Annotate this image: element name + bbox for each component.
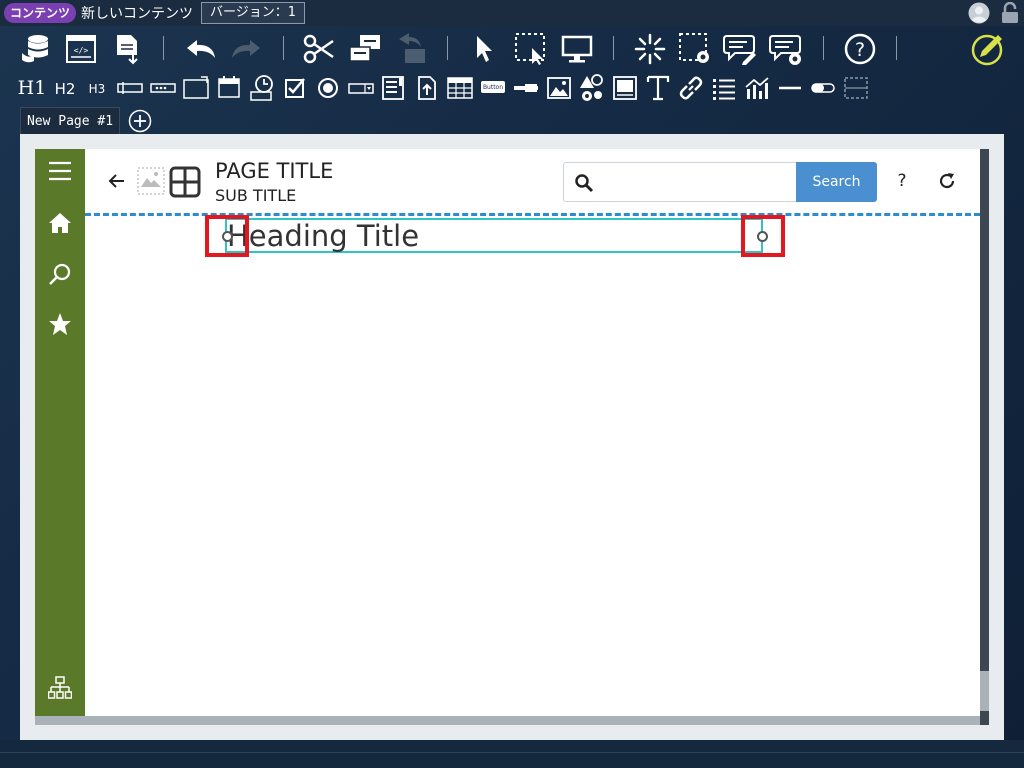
chart-icon[interactable] xyxy=(744,75,770,101)
container-icon[interactable] xyxy=(843,75,869,101)
slider-icon[interactable] xyxy=(513,78,539,98)
svg-text:</>: </> xyxy=(74,46,89,55)
file-upload-icon[interactable] xyxy=(414,75,440,101)
edit-pencil-icon[interactable] xyxy=(970,31,1006,67)
svg-text:?: ? xyxy=(855,39,865,61)
area-settings-icon[interactable] xyxy=(678,32,712,66)
search-button[interactable]: Search xyxy=(796,162,877,202)
highlight-marker-left xyxy=(205,215,249,257)
star-icon[interactable] xyxy=(48,312,72,336)
search-input[interactable] xyxy=(602,169,792,195)
preview-icon[interactable] xyxy=(561,33,593,65)
copy-icon[interactable] xyxy=(348,33,382,65)
highlight-marker-right xyxy=(741,215,785,257)
radio-icon[interactable] xyxy=(316,76,340,100)
page-preview[interactable]: PAGE TITLE SUB TITLE Search ? Heading Ti… xyxy=(35,149,989,725)
export-icon[interactable] xyxy=(113,33,143,65)
widget-toolbar: H1 H2 H3 Button xyxy=(0,72,1024,104)
scrollbar-thumb[interactable] xyxy=(980,671,989,711)
checkbox-icon[interactable] xyxy=(283,76,307,100)
textarea-icon[interactable] xyxy=(183,75,209,101)
redo-icon[interactable] xyxy=(230,36,262,62)
cut-icon[interactable] xyxy=(303,33,335,65)
search-icon[interactable] xyxy=(48,262,72,286)
main-toolbar: </> ? xyxy=(0,28,1024,70)
status-bar xyxy=(0,740,1024,768)
design-canvas: PAGE TITLE SUB TITLE Search ? Heading Ti… xyxy=(20,134,1004,740)
unlock-icon[interactable] xyxy=(1000,2,1020,24)
link-icon[interactable] xyxy=(678,75,704,101)
horizontal-scrollbar[interactable] xyxy=(35,716,980,725)
vertical-scrollbar[interactable] xyxy=(980,149,989,725)
refresh-icon[interactable] xyxy=(937,171,957,191)
search-icon xyxy=(575,174,594,193)
tab-new-page-1[interactable]: New Page #1 xyxy=(20,107,120,134)
left-nav xyxy=(35,149,85,716)
date-picker-icon[interactable] xyxy=(216,74,242,102)
horizontal-line-icon[interactable] xyxy=(777,78,803,98)
list-icon[interactable] xyxy=(711,75,737,101)
search-field[interactable] xyxy=(563,162,797,202)
select-icon[interactable] xyxy=(472,34,498,64)
database-icon[interactable] xyxy=(20,33,52,65)
content-name[interactable]: 新しいコンテンツ xyxy=(81,3,193,23)
heading-title[interactable]: Heading Title xyxy=(227,219,419,253)
grid-icon[interactable] xyxy=(169,166,201,198)
password-field-icon[interactable] xyxy=(150,78,176,98)
list-box-icon[interactable] xyxy=(381,75,407,101)
image-icon[interactable] xyxy=(546,75,572,101)
edit-comment-icon[interactable] xyxy=(723,32,757,66)
status-divider xyxy=(0,752,1024,753)
frame-icon[interactable] xyxy=(612,75,638,101)
image-placeholder-icon xyxy=(137,167,165,195)
title-bar: コンテンツ 新しいコンテンツ バージョン：1 xyxy=(0,0,1024,26)
input-field-icon[interactable] xyxy=(117,78,143,98)
paste-icon[interactable] xyxy=(395,31,427,65)
h1-button[interactable]: H1 xyxy=(18,75,47,101)
user-avatar-icon[interactable] xyxy=(968,2,990,24)
table-icon[interactable] xyxy=(446,75,474,101)
home-icon[interactable] xyxy=(48,211,72,235)
hamburger-menu-icon[interactable] xyxy=(48,159,72,183)
version-indicator[interactable]: バージョン：1 xyxy=(201,2,305,24)
page-title: PAGE TITLE xyxy=(215,159,334,183)
page-subtitle: SUB TITLE xyxy=(215,186,297,205)
button-widget-icon[interactable]: Button xyxy=(481,81,505,93)
warning-settings-icon[interactable] xyxy=(579,74,605,102)
page-tab-bar: New Page #1 xyxy=(0,106,1024,134)
select-box-icon[interactable] xyxy=(348,78,374,98)
undo-icon[interactable] xyxy=(185,36,217,62)
region-select-icon[interactable] xyxy=(514,32,548,66)
page-header: PAGE TITLE SUB TITLE Search ? xyxy=(85,149,980,213)
h2-button[interactable]: H2 xyxy=(53,77,77,101)
comment-settings-icon[interactable] xyxy=(769,32,803,66)
add-tab-icon[interactable] xyxy=(128,109,152,133)
progress-bar-icon[interactable] xyxy=(810,78,836,98)
help-button[interactable]: ? xyxy=(893,171,911,191)
text-icon[interactable] xyxy=(645,74,671,102)
back-arrow-icon[interactable] xyxy=(107,171,127,191)
spinner-icon[interactable] xyxy=(634,33,666,65)
content-badge: コンテンツ xyxy=(4,3,77,23)
time-picker-icon[interactable] xyxy=(249,74,275,102)
code-view-icon[interactable]: </> xyxy=(65,33,97,65)
h3-button[interactable]: H3 xyxy=(86,78,108,100)
help-icon[interactable]: ? xyxy=(844,33,876,65)
sitemap-icon[interactable] xyxy=(48,676,72,700)
